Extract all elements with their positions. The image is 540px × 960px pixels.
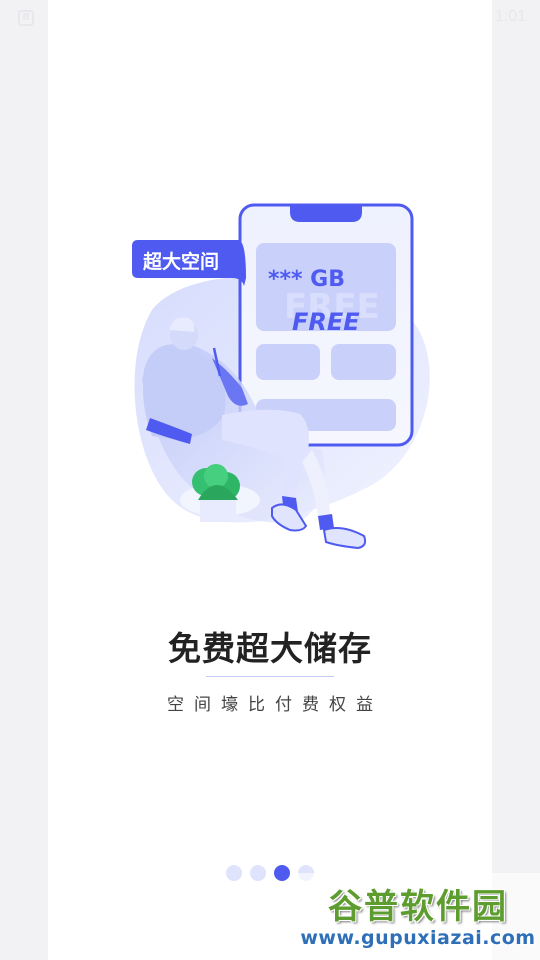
watermark-title: 谷普软件园 xyxy=(328,887,508,927)
notification-icon: B xyxy=(18,10,34,26)
phone-graphic: *** GB FREE FREE xyxy=(238,203,414,447)
watermark: 谷普软件园 www.gupuxiazai.com xyxy=(296,873,540,960)
page-dot-2[interactable] xyxy=(250,865,266,881)
free-label: FREE xyxy=(292,308,360,336)
page-title: 免费超大储存 xyxy=(168,629,372,668)
page-dot-1[interactable] xyxy=(226,865,242,881)
bubble-label: 超大空间 xyxy=(142,250,219,273)
title-divider xyxy=(206,676,334,677)
status-time: 1:01 xyxy=(494,8,526,25)
status-bar: B 1:01 xyxy=(0,0,540,36)
storage-illustration: *** GB FREE FREE 超大空间 xyxy=(132,203,430,550)
page-subtitle: 空间壕比付费权益 xyxy=(167,695,383,715)
page-dot-3[interactable] xyxy=(274,865,290,881)
watermark-url: www.gupuxiazai.com xyxy=(300,927,536,949)
